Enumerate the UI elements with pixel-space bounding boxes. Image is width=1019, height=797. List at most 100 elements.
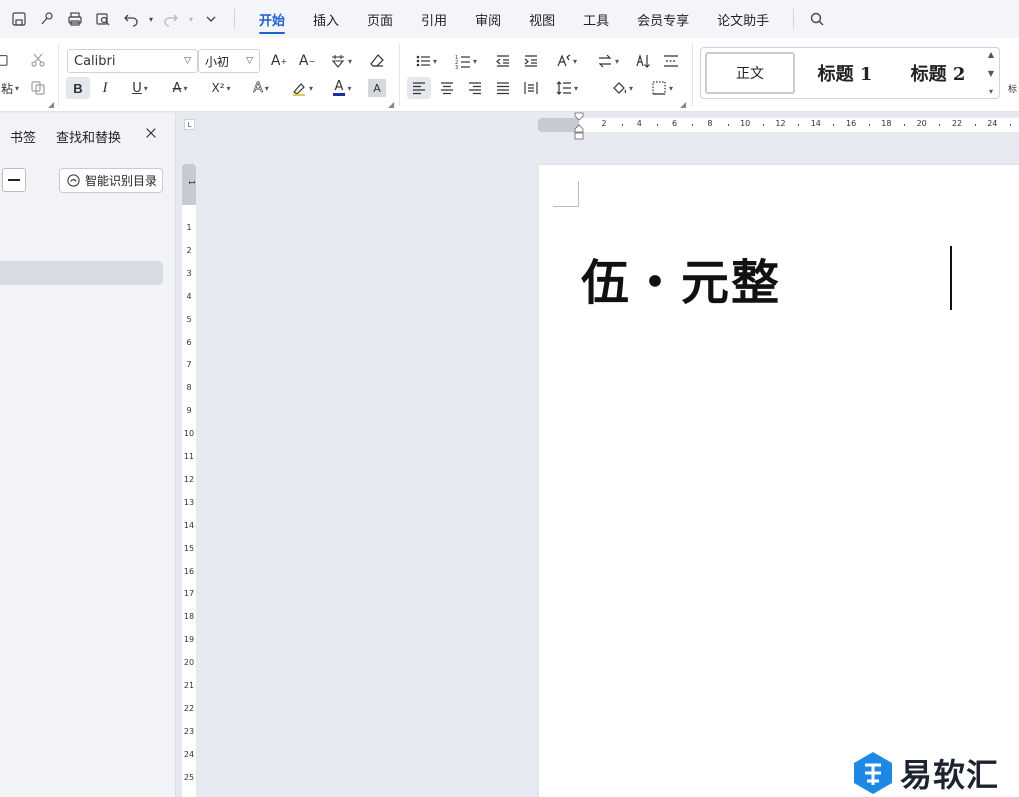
- indent-marker-icon[interactable]: [574, 112, 584, 142]
- ruler-number: 20: [183, 658, 195, 668]
- ruler-number: 13: [183, 497, 195, 507]
- ruler-number: 14: [183, 520, 195, 530]
- bold-button[interactable]: B: [66, 77, 90, 99]
- vertical-ruler[interactable]: 1 1 2 3 4 5 6 7 8 9 10 11 12 13 14 15 16 17 18 19 20 21 22 23 24…: [182, 164, 196, 797]
- tab-stop-selector[interactable]: L: [184, 119, 195, 130]
- underline-button[interactable]: U ▾: [122, 77, 158, 99]
- smart-toc-button[interactable]: 智能识别目录: [59, 168, 163, 193]
- bullet-list-button[interactable]: ▾: [410, 50, 442, 72]
- tab-find-replace[interactable]: 查找和替换: [56, 127, 121, 146]
- clipboard-launcher-icon[interactable]: ◢: [48, 100, 54, 109]
- font-size-select[interactable]: 小初 ▽: [198, 49, 260, 73]
- chevron-down-icon: ▽: [246, 56, 253, 66]
- ruler-number: 1: [187, 180, 196, 186]
- copy-icon[interactable]: [28, 78, 48, 98]
- tab-home[interactable]: 开始: [245, 0, 299, 38]
- undo-icon[interactable]: [118, 6, 144, 32]
- highlight-button[interactable]: ▾: [286, 77, 318, 99]
- character-shading-button[interactable]: A: [368, 79, 386, 97]
- menu-separator: [234, 9, 235, 29]
- italic-button[interactable]: I: [94, 77, 116, 99]
- phonetic-guide-icon[interactable]: ▾: [326, 50, 356, 72]
- paragraph-shading-button[interactable]: ▾: [606, 77, 638, 99]
- document-text[interactable]: 伍・元整: [581, 243, 781, 313]
- style-heading-1[interactable]: 标题 1: [801, 52, 889, 94]
- close-icon[interactable]: [144, 125, 160, 141]
- paste-button[interactable]: 粘 ▾: [0, 78, 20, 98]
- tab-bookmark[interactable]: 书签: [10, 127, 36, 146]
- style-heading-2[interactable]: 标题 2: [893, 52, 983, 94]
- strikethrough-button[interactable]: A ▾: [166, 77, 194, 99]
- ruler-number: 3: [186, 268, 192, 278]
- more-icon[interactable]: [198, 6, 224, 32]
- clear-format-icon[interactable]: [366, 50, 388, 72]
- search-icon[interactable]: [804, 6, 830, 32]
- align-left-button[interactable]: [407, 77, 431, 99]
- ruler-number: 11: [183, 452, 195, 461]
- ribbon-overflow-label[interactable]: 标: [1008, 78, 1019, 98]
- cut-icon[interactable]: [28, 50, 48, 70]
- align-right-button[interactable]: [463, 77, 487, 99]
- font-name-select[interactable]: Calibri ▽: [67, 49, 198, 73]
- grow-font-icon[interactable]: A +: [268, 50, 290, 72]
- style-normal[interactable]: 正文: [705, 52, 795, 94]
- redo-icon[interactable]: [158, 6, 184, 32]
- ruler-number: 8: [707, 119, 713, 128]
- line-spacing-button[interactable]: ▾: [550, 77, 584, 99]
- outline-item-selected[interactable]: [0, 261, 163, 285]
- chevron-down-icon[interactable]: ▼: [988, 69, 994, 78]
- undo-dropdown-icon[interactable]: ▾: [146, 6, 156, 32]
- tab-review[interactable]: 审阅: [461, 0, 515, 38]
- document-page[interactable]: 伍・元整: [539, 165, 1019, 797]
- ruler-number: 10: [183, 429, 195, 439]
- shrink-font-icon[interactable]: A −: [296, 50, 318, 72]
- ruler-number: 20: [916, 119, 927, 128]
- numbered-list-button[interactable]: 1 2 3 ▾: [450, 50, 482, 72]
- tab-thesis-assistant[interactable]: 论文助手: [703, 0, 783, 38]
- tab-tools[interactable]: 工具: [569, 0, 623, 38]
- tab-references[interactable]: 引用: [407, 0, 461, 38]
- text-direction-button[interactable]: ▾: [550, 50, 582, 72]
- distributed-align-button[interactable]: [519, 77, 543, 99]
- save-icon[interactable]: [6, 6, 32, 32]
- print-icon[interactable]: [62, 6, 88, 32]
- tab-page[interactable]: 页面: [353, 0, 407, 38]
- font-launcher-icon[interactable]: ◢: [388, 100, 394, 109]
- paste-icon[interactable]: [0, 50, 14, 70]
- bullet-list-icon: [416, 55, 430, 67]
- ruler-tick: [727, 124, 729, 126]
- format-painter-icon[interactable]: [34, 6, 60, 32]
- show-marks-icon[interactable]: [660, 50, 682, 72]
- align-center-icon: [441, 82, 453, 95]
- tab-insert[interactable]: 插入: [299, 0, 353, 38]
- ruler-tick: [868, 124, 870, 126]
- align-center-button[interactable]: [435, 77, 459, 99]
- superscript-button[interactable]: X² ▾: [204, 77, 238, 99]
- ribbon-home: 粘 ▾ ◢ Calibri ▽ 小初 ▽ A + A − ▾ B I U ▾ A ▾ X²…: [0, 38, 1019, 112]
- chevron-down-icon: ▽: [184, 56, 191, 66]
- ruler-tick: [1009, 124, 1011, 126]
- justify-button[interactable]: [491, 77, 515, 99]
- tab-member[interactable]: 会员专享: [623, 0, 703, 38]
- strikethrough-icon: A: [172, 80, 182, 96]
- ruler-tick: [692, 124, 694, 126]
- chevron-up-icon[interactable]: ▲: [988, 50, 994, 59]
- distributed-align-icon: [524, 82, 538, 94]
- rtl-direction-button[interactable]: ▾: [592, 50, 624, 72]
- increase-indent-icon[interactable]: [520, 50, 542, 72]
- text-effect-button[interactable]: A ▾: [246, 77, 276, 99]
- horizontal-ruler[interactable]: 2 4 6 8 10 12 14 16 18 20 22 24: [538, 118, 1019, 132]
- paragraph-launcher-icon[interactable]: ◢: [680, 100, 686, 109]
- tab-view[interactable]: 视图: [515, 0, 569, 38]
- print-preview-icon[interactable]: [90, 6, 116, 32]
- borders-button[interactable]: ▾: [646, 77, 678, 99]
- ruler-number: 22: [183, 703, 195, 713]
- font-color-button[interactable]: A ▾: [326, 77, 358, 99]
- decrease-indent-icon[interactable]: [492, 50, 514, 72]
- ruler-number: 6: [672, 119, 678, 128]
- collapse-button[interactable]: [2, 168, 26, 192]
- font-name-value: Calibri: [74, 53, 116, 69]
- expand-gallery-icon[interactable]: ▾: [989, 87, 993, 96]
- sort-icon[interactable]: [632, 50, 654, 72]
- redo-dropdown-icon[interactable]: ▾: [186, 6, 196, 32]
